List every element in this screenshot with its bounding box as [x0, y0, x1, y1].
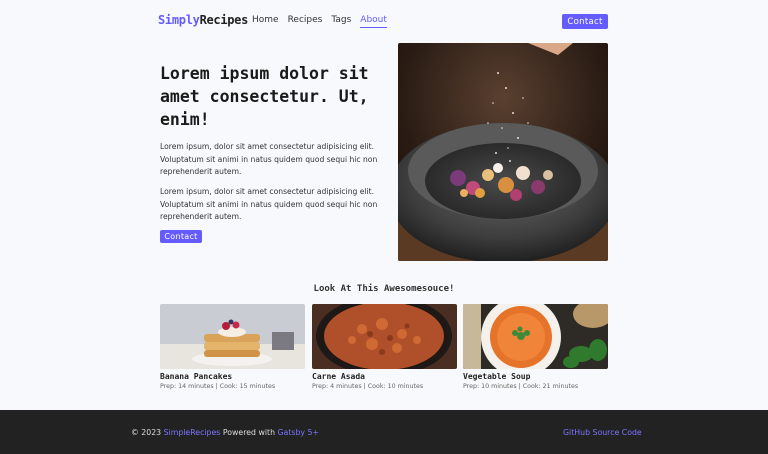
recipe-card-banana-pancakes[interactable]: Banana Pancakes Prep: 14 minutes | Cook:… [160, 304, 305, 390]
recipe-image-carne-asada[interactable] [312, 304, 457, 369]
nav-contact-button[interactable]: Contact [562, 14, 608, 29]
hero-paragraph-1: Lorem ipsum, dolor sit amet consectetur … [160, 142, 378, 176]
github-source-link[interactable]: GitHub Source Code [563, 428, 642, 437]
nav-links: Home Recipes Tags About [252, 15, 396, 28]
nav-link-home[interactable]: Home [252, 15, 279, 28]
recipe-meta: Prep: 10 minutes | Cook: 21 minutes [463, 383, 579, 390]
footer: © 2023 SimpleRecipes Powered with Gatsby… [0, 410, 768, 454]
recipe-card-carne-asada[interactable]: Carne Asada Prep: 4 minutes | Cook: 10 m… [312, 304, 457, 390]
nav-link-tags[interactable]: Tags [331, 15, 351, 28]
recipe-name[interactable]: Carne Asada [312, 372, 457, 381]
footer-credits: © 2023 SimpleRecipes Powered with Gatsby… [131, 428, 319, 437]
hero-contact-button[interactable]: Contact [160, 230, 202, 243]
site-link[interactable]: SimpleRecipes [164, 428, 221, 437]
hero-paragraph-2: Lorem ipsum, dolor sit amet consectetur … [160, 187, 378, 221]
mortar-bowl-image [398, 43, 608, 261]
recipe-meta: Prep: 14 minutes | Cook: 15 minutes [160, 383, 276, 390]
recipe-card-vegetable-soup[interactable]: Vegetable Soup Prep: 10 minutes | Cook: … [463, 304, 608, 390]
nav-link-about[interactable]: About [360, 15, 387, 28]
recipe-image-pancakes[interactable] [160, 304, 305, 369]
powered-text: Powered with [222, 428, 276, 437]
recipe-name[interactable]: Vegetable Soup [463, 372, 608, 381]
featured-title: Look At This Awesomesouce! [313, 284, 455, 294]
recipe-meta: Prep: 4 minutes | Cook: 10 minutes [312, 383, 424, 390]
logo-part-recipes: Recipes [199, 13, 249, 27]
recipe-image-soup[interactable] [463, 304, 608, 369]
nav-link-recipes[interactable]: Recipes [288, 15, 323, 28]
logo-part-simply: Simply [158, 13, 200, 27]
recipe-name[interactable]: Banana Pancakes [160, 372, 305, 381]
gatsby-link[interactable]: Gatsby 5+ [278, 428, 319, 437]
site-logo[interactable]: SimplyRecipes [158, 13, 248, 27]
navbar: SimplyRecipes Home Recipes Tags About Co… [0, 0, 768, 42]
copyright-text: © 2023 [131, 428, 162, 437]
hero-title: Lorem ipsum dolor sit amet consectetur. … [160, 64, 369, 129]
hero-image [398, 43, 608, 261]
